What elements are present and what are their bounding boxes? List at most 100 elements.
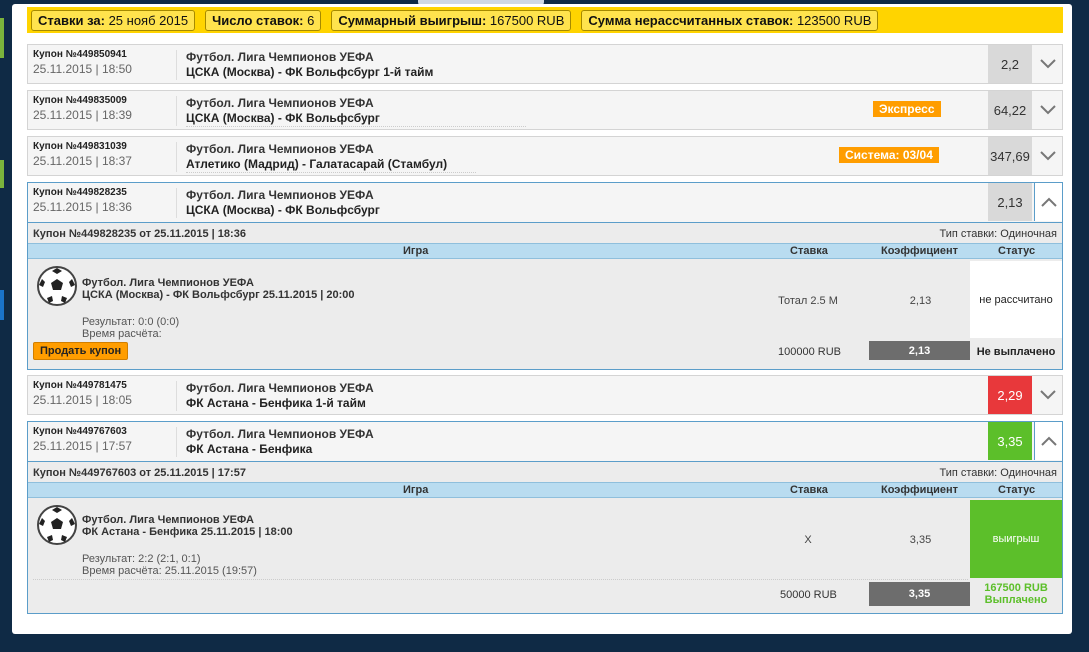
payout-status: Не выплачено [976, 346, 1056, 358]
detail-calc-time: Время расчёта: 25.11.2015 (19:57) [82, 565, 257, 577]
coef-value: 3,35 [909, 534, 932, 546]
coupon-id: Купон №449828235 [33, 187, 127, 198]
detail-result: Результат: 2:2 (2:1, 0:1) [82, 553, 201, 565]
sell-coupon-button[interactable]: Продать купон [33, 342, 129, 360]
detail-match: ЦСКА (Москва) - ФК Вольфсбург 25.11.2015… [82, 289, 355, 301]
col-status: Статус [998, 245, 1036, 257]
stake-value: X [804, 534, 812, 546]
coupon-match: ФК Астана - Бенфика [186, 442, 313, 456]
coupon-datetime: 25.11.2015 | 17:57 [33, 439, 132, 453]
chevron-down-icon[interactable] [1034, 137, 1062, 175]
divider [176, 188, 177, 218]
date-value: 25 нояб 2015 [108, 12, 189, 28]
bet-details: Футбол. Лига Чемпионов УЕФА ФК Астана - … [28, 498, 1062, 613]
detail-match: ФК Астана - Бенфика 25.11.2015 | 18:00 [82, 526, 293, 538]
coupon-league: Футбол. Лига Чемпионов УЕФА [186, 188, 374, 202]
coupon-league: Футбол. Лига Чемпионов УЕФА [186, 50, 374, 64]
payout-amount: 167500 RUB [984, 582, 1048, 594]
divider [176, 96, 177, 126]
coupon-datetime: 25.11.2015 | 18:36 [33, 200, 132, 214]
coupon-row[interactable]: Купон №449781475 25.11.2015 | 18:05 Футб… [27, 375, 1063, 415]
chevron-up-icon[interactable] [1034, 183, 1062, 221]
total-coef: 2,13 [869, 341, 970, 360]
unsettled-label: Сумма нерассчитанных ставок: [588, 12, 794, 28]
coupon-odd: 2,13 [988, 183, 1032, 221]
divider [33, 579, 968, 580]
detail-title: Купон №449767603 от 25.11.2015 | 17:57 [33, 467, 246, 479]
col-stake: Ставка [790, 245, 828, 257]
chevron-up-icon[interactable] [1034, 422, 1062, 460]
coupon-odd: 64,22 [988, 91, 1032, 129]
count-value: 6 [307, 12, 315, 28]
coupon-id: Купон №449831039 [33, 141, 127, 152]
coupon-match: ФК Астана - Бенфика 1-й тайм [186, 396, 366, 410]
summary-bar: Ставки за: 25 нояб 2015 Число ставок: 6 … [27, 7, 1063, 33]
divider [176, 50, 177, 80]
stake-value: Тотал 2.5 М [778, 295, 838, 307]
chevron-down-icon[interactable] [1034, 376, 1062, 414]
bet-type: Тип ставки: Одиночная [939, 228, 1057, 240]
coupon-row[interactable]: Купон №449828235 25.11.2015 | 18:36 Футб… [27, 182, 1063, 222]
coupon-odd: 2,29 [988, 376, 1032, 414]
coupon-id: Купон №449835009 [33, 95, 127, 106]
coupon-match: ЦСКА (Москва) - ФК Вольфсбург [186, 203, 380, 217]
unsettled-value: 123500 RUB [796, 12, 872, 28]
coupon-id: Купон №449781475 [33, 380, 127, 391]
col-game: Игра [403, 484, 429, 496]
divider [186, 126, 526, 127]
total-winnings: Суммарный выигрыш: 167500 RUB [331, 9, 572, 31]
coupon-league: Футбол. Лига Чемпионов УЕФА [186, 96, 374, 110]
coupon-id: Купон №449850941 [33, 49, 127, 60]
coupon-detail: Купон №449767603 от 25.11.2015 | 17:57 Т… [27, 461, 1063, 614]
soccer-ball-icon [37, 505, 77, 545]
bet-amount: 100000 RUB [778, 346, 841, 358]
left-edge-tab-1[interactable] [0, 18, 4, 58]
detail-title: Купон №449828235 от 25.11.2015 | 18:36 [33, 228, 246, 240]
coupon-match: ЦСКА (Москва) - ФК Вольфсбург 1-й тайм [186, 65, 434, 79]
coupon-row[interactable]: Купон №449767603 25.11.2015 | 17:57 Футб… [27, 421, 1063, 461]
left-edge-tab-2[interactable] [0, 160, 4, 188]
bet-type: Тип ставки: Одиночная [939, 467, 1057, 479]
col-status: Статус [998, 484, 1036, 496]
status-badge: выигрыш [970, 500, 1062, 578]
coupon-league: Футбол. Лига Чемпионов УЕФА [186, 381, 374, 395]
divider [176, 142, 177, 172]
left-edge-tab-3[interactable] [0, 290, 4, 320]
table-header: Игра Ставка Коэффициент Статус [28, 243, 1062, 259]
total-coef: 3,35 [869, 582, 970, 606]
divider [176, 381, 177, 411]
detail-header: Купон №449767603 от 25.11.2015 | 17:57 Т… [28, 462, 1062, 482]
coupon-match: Атлетико (Мадрид) - Галатасарай (Стамбул… [186, 157, 448, 171]
coupon-detail: Купон №449828235 от 25.11.2015 | 18:36 Т… [27, 222, 1063, 370]
divider [176, 427, 177, 457]
col-coef: Коэффициент [881, 245, 959, 257]
coupon-datetime: 25.11.2015 | 18:39 [33, 108, 132, 122]
divider [186, 172, 476, 173]
coupon-league: Футбол. Лига Чемпионов УЕФА [186, 142, 374, 156]
coupon-row[interactable]: Купон №449850941 25.11.2015 | 18:50 Футб… [27, 44, 1063, 84]
win-label: Суммарный выигрыш: [338, 12, 487, 28]
chevron-down-icon[interactable] [1034, 91, 1062, 129]
unsettled-sum: Сумма нерассчитанных ставок: 123500 RUB [581, 9, 879, 31]
detail-league: Футбол. Лига Чемпионов УЕФА [82, 514, 254, 526]
detail-league: Футбол. Лига Чемпионов УЕФА [82, 277, 254, 289]
coupon-odd: 347,69 [988, 137, 1032, 175]
coef-value: 2,13 [909, 295, 932, 307]
coupon-league: Футбол. Лига Чемпионов УЕФА [186, 427, 374, 441]
coupon-odd: 2,2 [988, 45, 1032, 83]
table-header: Игра Ставка Коэффициент Статус [28, 482, 1062, 498]
coupon-datetime: 25.11.2015 | 18:05 [33, 393, 132, 407]
detail-result: Результат: 0:0 (0:0) [82, 316, 180, 328]
coupon-row[interactable]: Купон №449831039 25.11.2015 | 18:37 Футб… [27, 136, 1063, 176]
coupon-id: Купон №449767603 [33, 426, 127, 437]
payout-status: Выплачено [984, 594, 1048, 606]
bet-count: Число ставок: 6 [205, 9, 322, 31]
bet-details: Футбол. Лига Чемпионов УЕФА ЦСКА (Москва… [28, 259, 1062, 369]
coupon-row[interactable]: Купон №449835009 25.11.2015 | 18:39 Футб… [27, 90, 1063, 130]
chevron-down-icon[interactable] [1034, 45, 1062, 83]
date-filter[interactable]: Ставки за: 25 нояб 2015 [31, 9, 196, 31]
status-badge: не рассчитано [970, 261, 1062, 338]
col-game: Игра [403, 245, 429, 257]
detail-header: Купон №449828235 от 25.11.2015 | 18:36 Т… [28, 223, 1062, 243]
col-stake: Ставка [790, 484, 828, 496]
